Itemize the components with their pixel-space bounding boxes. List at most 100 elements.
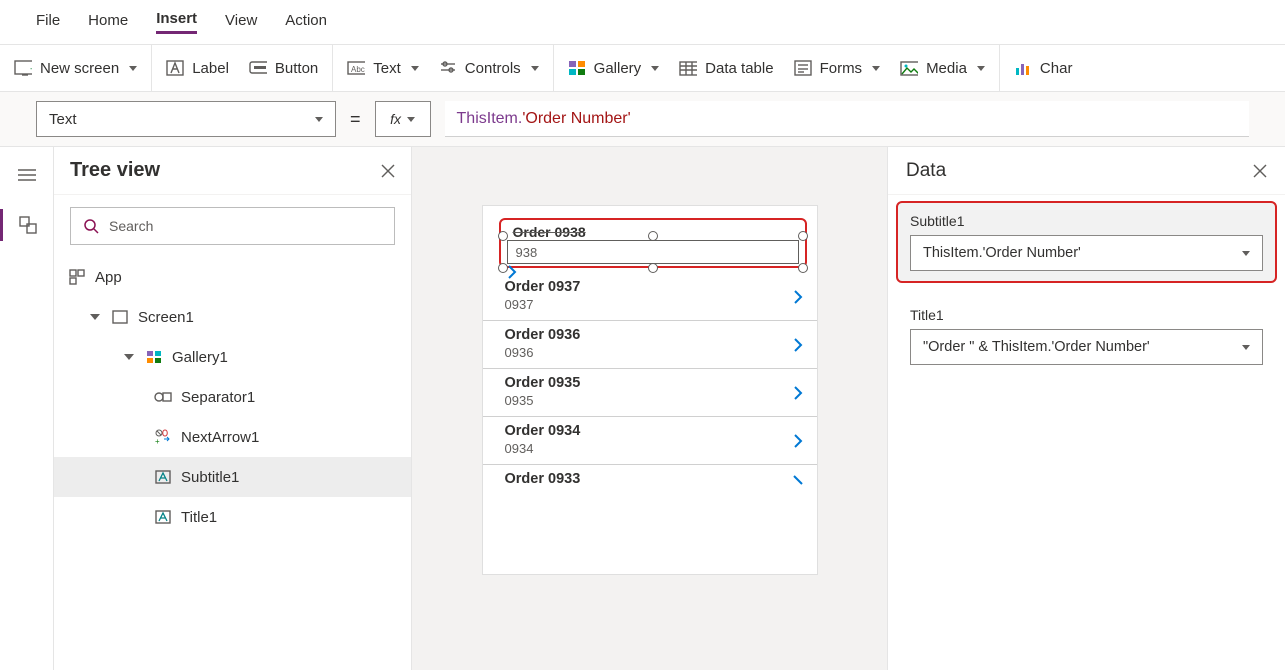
twist-icon[interactable] bbox=[90, 314, 100, 320]
data-panel-title: Data bbox=[906, 160, 1253, 182]
field-label: Subtitle1 bbox=[910, 213, 1263, 229]
chevron-down-icon bbox=[977, 66, 985, 71]
datatable-label: Data table bbox=[705, 60, 773, 77]
chevron-down-icon bbox=[1242, 345, 1250, 350]
field-label: Title1 bbox=[910, 307, 1263, 323]
row-subtitle[interactable]: 938 bbox=[516, 245, 538, 260]
gallery-button[interactable]: Gallery bbox=[568, 59, 660, 77]
datatable-button[interactable]: Data table bbox=[679, 59, 773, 77]
text-icon: Abc bbox=[347, 59, 365, 77]
menu-file[interactable]: File bbox=[36, 12, 60, 33]
tree-label: Title1 bbox=[181, 509, 217, 526]
button-icon bbox=[249, 59, 267, 77]
label-icon bbox=[166, 59, 184, 77]
chevron-right-icon[interactable] bbox=[793, 475, 803, 485]
data-section-title: Title1 "Order " & ThisItem.'Order Number… bbox=[896, 295, 1277, 377]
chevron-right-icon[interactable] bbox=[793, 337, 803, 353]
new-screen-button[interactable]: + New screen bbox=[14, 59, 137, 77]
svg-text:+: + bbox=[155, 437, 160, 445]
left-rail bbox=[0, 147, 54, 670]
media-icon bbox=[900, 59, 918, 77]
chevron-down-icon bbox=[411, 66, 419, 71]
chart-button[interactable]: Char bbox=[1014, 59, 1073, 77]
row-title: Order 0934 bbox=[505, 423, 795, 439]
formula-input[interactable]: ThisItem.'Order Number' bbox=[445, 101, 1249, 137]
device-preview: Order 0938 938 Order 0937 0937 Order 0936 0… bbox=[482, 205, 818, 575]
screen-icon bbox=[111, 308, 129, 326]
menu-home[interactable]: Home bbox=[88, 12, 128, 33]
text-label: Text bbox=[373, 60, 401, 77]
tree-node-nextarrow[interactable]: + NextArrow1 bbox=[54, 417, 411, 457]
tree-node-separator[interactable]: Separator1 bbox=[54, 377, 411, 417]
menu-insert[interactable]: Insert bbox=[156, 10, 197, 34]
chevron-down-icon bbox=[872, 66, 880, 71]
label-icon bbox=[154, 508, 172, 526]
tree-node-gallery[interactable]: Gallery1 bbox=[54, 337, 411, 377]
select-value: "Order " & ThisItem.'Order Number' bbox=[923, 339, 1150, 355]
media-label: Media bbox=[926, 60, 967, 77]
menu-action[interactable]: Action bbox=[285, 12, 327, 33]
chevron-right-icon[interactable] bbox=[793, 385, 803, 401]
row-title: Order 0937 bbox=[505, 279, 795, 295]
gallery-row[interactable]: Order 0936 0936 bbox=[483, 321, 817, 369]
tree-label: Screen1 bbox=[138, 309, 194, 326]
icons-icon: + bbox=[154, 428, 172, 446]
gallery-row[interactable]: Order 09350935 bbox=[483, 369, 817, 417]
row-subtitle: 0936 bbox=[505, 345, 795, 360]
row-subtitle: 0937 bbox=[505, 297, 795, 312]
gallery-row[interactable]: Order 0937 0937 bbox=[483, 273, 817, 321]
canvas[interactable]: Order 0938 938 Order 0937 0937 Order 0936 0… bbox=[412, 147, 887, 670]
formula-this: ThisItem. bbox=[457, 110, 523, 128]
rail-hamburger[interactable] bbox=[0, 159, 53, 191]
equals-label: = bbox=[350, 109, 361, 130]
button-label: Button bbox=[275, 60, 318, 77]
rail-treeview[interactable] bbox=[0, 209, 53, 241]
select-value: ThisItem.'Order Number' bbox=[923, 245, 1081, 261]
chevron-right-icon[interactable] bbox=[793, 433, 803, 449]
search-input[interactable]: Search bbox=[70, 207, 395, 245]
data-section-subtitle: Subtitle1 ThisItem.'Order Number' bbox=[896, 201, 1277, 283]
search-placeholder: Search bbox=[109, 218, 153, 234]
app-icon bbox=[68, 268, 86, 286]
selection-highlight: Order 0938 938 bbox=[499, 218, 807, 268]
tree-label: Subtitle1 bbox=[181, 469, 239, 486]
button-button[interactable]: Button bbox=[249, 59, 318, 77]
forms-label: Forms bbox=[820, 60, 863, 77]
chevron-right-icon[interactable] bbox=[793, 289, 803, 305]
tree-node-screen[interactable]: Screen1 bbox=[54, 297, 411, 337]
media-button[interactable]: Media bbox=[900, 59, 985, 77]
property-selector[interactable]: Text bbox=[36, 101, 336, 137]
fx-button[interactable]: fx bbox=[375, 101, 431, 137]
new-screen-label: New screen bbox=[40, 60, 119, 77]
title-binding-select[interactable]: "Order " & ThisItem.'Order Number' bbox=[910, 329, 1263, 365]
tree-node-subtitle[interactable]: Subtitle1 bbox=[54, 457, 411, 497]
ribbon: + New screen Label Button Abc Text bbox=[0, 45, 1285, 92]
row-title: Order 0936 bbox=[505, 327, 795, 343]
chevron-down-icon bbox=[531, 66, 539, 71]
tree-label: Gallery1 bbox=[172, 349, 228, 366]
label-icon bbox=[154, 468, 172, 486]
chevron-down-icon bbox=[315, 117, 323, 122]
tree-node-title[interactable]: Title1 bbox=[54, 497, 411, 537]
chevron-down-icon bbox=[1242, 251, 1250, 256]
subtitle-binding-select[interactable]: ThisItem.'Order Number' bbox=[910, 235, 1263, 271]
tree-node-app[interactable]: App bbox=[54, 257, 411, 297]
label-label: Label bbox=[192, 60, 229, 77]
row-subtitle: 0934 bbox=[505, 441, 795, 456]
chevron-down-icon bbox=[651, 66, 659, 71]
controls-button[interactable]: Controls bbox=[439, 59, 539, 77]
gallery-row[interactable]: Order 0934 0934 bbox=[483, 417, 817, 465]
gallery-row[interactable]: Order 0933 bbox=[483, 465, 817, 495]
tree: App Screen1 Gallery1 Separator1 + NextAr… bbox=[54, 253, 411, 670]
search-icon bbox=[83, 218, 99, 234]
close-icon[interactable] bbox=[381, 164, 395, 178]
forms-button[interactable]: Forms bbox=[794, 59, 881, 77]
chart-label: Char bbox=[1040, 60, 1073, 77]
row-title: Order 0935 bbox=[505, 375, 795, 391]
close-icon[interactable] bbox=[1253, 164, 1267, 178]
menu-view[interactable]: View bbox=[225, 12, 257, 33]
label-button[interactable]: Label bbox=[166, 59, 229, 77]
chart-icon bbox=[1014, 59, 1032, 77]
twist-icon[interactable] bbox=[124, 354, 134, 360]
text-button[interactable]: Abc Text bbox=[347, 59, 419, 77]
